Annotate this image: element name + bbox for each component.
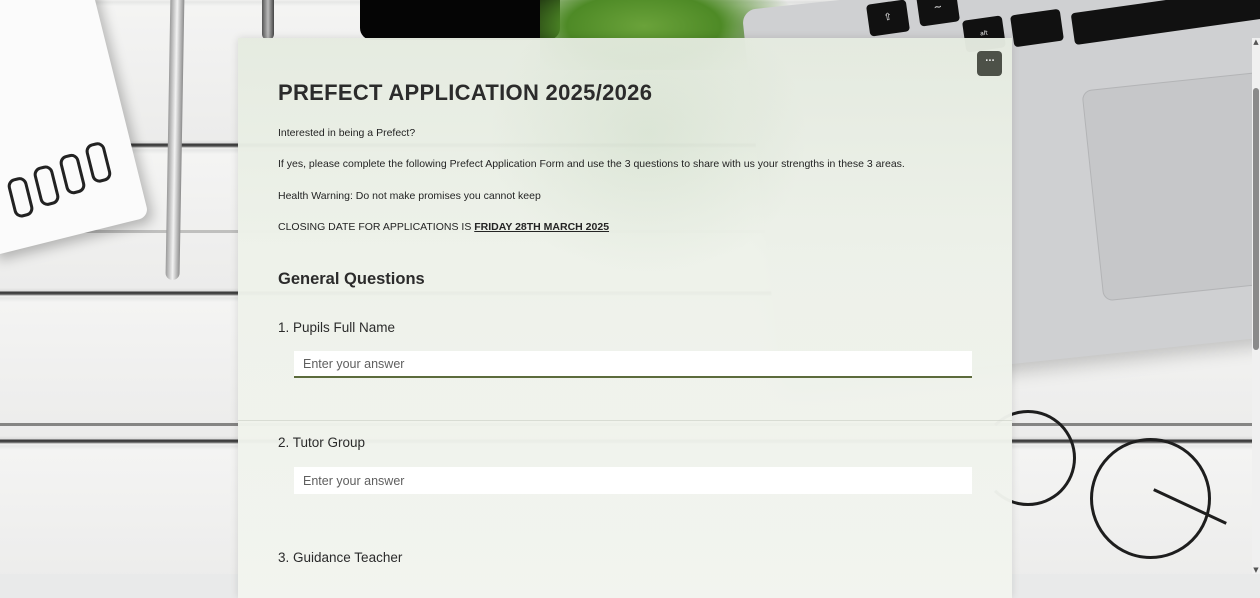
notebook-ring [57, 152, 88, 196]
question-divider [238, 420, 1012, 421]
closing-date-value: FRIDAY 28TH MARCH 2025 [474, 221, 610, 233]
question-label: 3. Guidance Teacher [278, 550, 403, 565]
pen-image [262, 0, 274, 40]
form-card [238, 38, 1012, 598]
form-intro: Interested in being a Prefect? [278, 127, 416, 139]
pupils-full-name-input[interactable] [294, 351, 972, 378]
closing-date-text: CLOSING DATE FOR APPLICATIONS IS FRIDAY … [278, 221, 609, 233]
page-scrollbar[interactable]: ▲ ▼ [1252, 38, 1260, 574]
scroll-down-icon[interactable]: ▼ [1252, 566, 1260, 574]
form-title: PREFECT APPLICATION 2025/2026 [278, 80, 653, 105]
tutor-group-input[interactable] [294, 467, 972, 494]
question-label: 1. Pupils Full Name [278, 320, 396, 335]
notebook-ring [83, 140, 113, 185]
notebook-ring [6, 175, 36, 220]
notebook-ring [31, 163, 62, 208]
pen-image [165, 0, 185, 281]
scrollbar-thumb[interactable] [1253, 88, 1259, 350]
scroll-up-icon[interactable]: ▲ [1252, 38, 1260, 46]
trackpad-image [1081, 70, 1260, 302]
form-warning: Health Warning: Do not make promises you… [278, 190, 541, 202]
section-title: General Questions [278, 270, 425, 288]
notebook-image [0, 0, 150, 256]
more-options-button[interactable]: ··· [977, 51, 1002, 76]
keyboard-key: ⇧ [865, 0, 911, 37]
form-instructions: If yes, please complete the following Pr… [278, 158, 905, 170]
closing-date-prefix: CLOSING DATE FOR APPLICATIONS IS [278, 221, 475, 233]
phone-image [360, 0, 560, 40]
glasses-image [1090, 438, 1211, 559]
question-label: 2. Tutor Group [278, 435, 366, 450]
